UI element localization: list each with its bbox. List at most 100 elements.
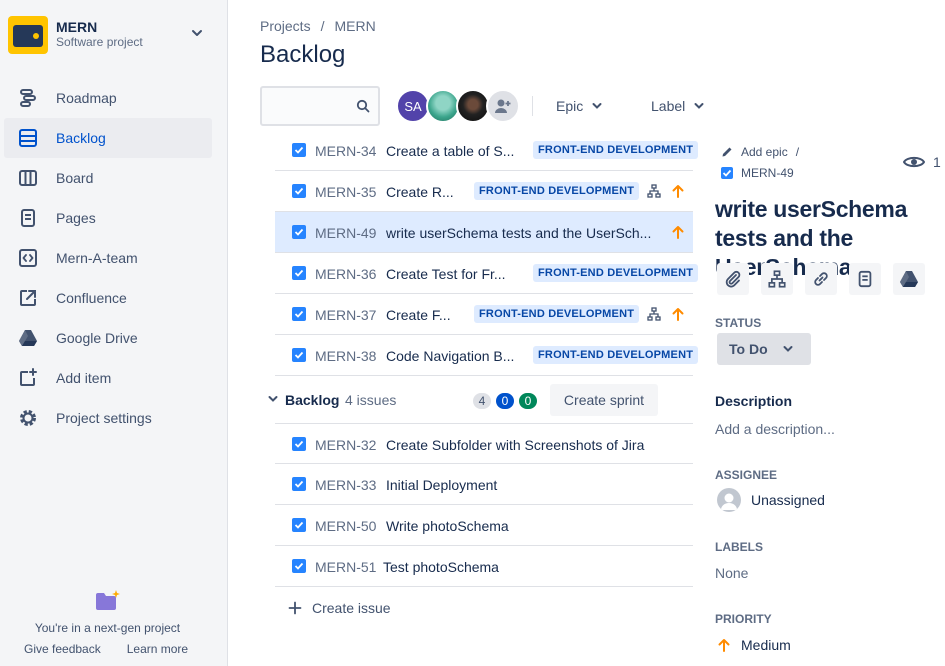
chevron-down-icon[interactable] bbox=[268, 394, 278, 404]
issue-key[interactable]: MERN-51 bbox=[315, 559, 376, 575]
sidebar-item-pages[interactable]: Pages bbox=[4, 198, 212, 238]
issue-summary: Code Navigation B... bbox=[386, 348, 515, 364]
story-type-icon bbox=[292, 437, 306, 451]
backlog-title[interactable]: Backlog bbox=[285, 392, 339, 408]
pencil-icon bbox=[722, 147, 732, 157]
issue-detail-panel: Add epic / MERN-49 1 write userSchema te… bbox=[715, 140, 945, 666]
priority-up-arrow-icon bbox=[718, 639, 730, 652]
issue-row[interactable]: MERN-34 Create a table of S... FRONT-END… bbox=[275, 130, 699, 171]
avatar[interactable] bbox=[426, 89, 460, 123]
story-type-icon bbox=[292, 225, 306, 239]
link-issue-button[interactable] bbox=[805, 263, 837, 295]
issue-key[interactable]: MERN-50 bbox=[315, 518, 376, 534]
watch-button[interactable]: 1 bbox=[903, 154, 941, 170]
issue-row[interactable]: MERN-36 Create Test for Fr... FRONT-END … bbox=[275, 253, 699, 294]
epic-lozenge[interactable]: FRONT-END DEVELOPMENT bbox=[533, 141, 699, 159]
issue-key[interactable]: MERN-38 bbox=[315, 348, 376, 364]
issue-key[interactable]: MERN-37 bbox=[315, 307, 376, 323]
assignee-value: Unassigned bbox=[751, 492, 825, 508]
chevron-down-icon[interactable] bbox=[190, 26, 204, 40]
sidebar-item-label: Pages bbox=[56, 210, 96, 226]
assignee-field[interactable]: Unassigned bbox=[717, 488, 825, 512]
backlog-issue-list: MERN-32 Create Subfolder with Screenshot… bbox=[275, 423, 693, 587]
issue-key-link[interactable]: MERN-49 bbox=[741, 166, 794, 180]
learn-more-link[interactable]: Learn more bbox=[127, 642, 188, 656]
add-people-button[interactable] bbox=[486, 89, 520, 123]
issue-key[interactable]: MERN-36 bbox=[315, 266, 376, 282]
sidebar-item-google-drive[interactable]: Google Drive bbox=[4, 318, 212, 358]
project-avatar-icon bbox=[8, 16, 48, 54]
project-switcher[interactable]: MERN Software project bbox=[8, 16, 218, 56]
story-type-icon bbox=[292, 559, 306, 573]
issue-key[interactable]: MERN-35 bbox=[315, 184, 376, 200]
sidebar-item-confluence[interactable]: Confluence bbox=[4, 278, 212, 318]
create-issue-button[interactable]: Create issue bbox=[288, 600, 391, 616]
status-dropdown[interactable]: To Do bbox=[717, 333, 811, 365]
subtasks-icon bbox=[647, 184, 661, 198]
sidebar-item-label: Add item bbox=[56, 370, 112, 386]
story-type-icon bbox=[292, 477, 306, 491]
priority-value: Medium bbox=[741, 637, 791, 653]
assignee-label: ASSIGNEE bbox=[715, 468, 778, 482]
epic-lozenge[interactable]: FRONT-END DEVELOPMENT bbox=[474, 305, 640, 323]
in-progress-count-badge: 0 bbox=[496, 393, 514, 409]
google-drive-icon bbox=[900, 271, 918, 287]
issue-row[interactable]: MERN-51 Test photoSchema bbox=[275, 546, 693, 587]
avatar[interactable]: SA bbox=[396, 89, 430, 123]
issue-key[interactable]: MERN-34 bbox=[315, 143, 376, 159]
add-epic-link[interactable]: Add epic bbox=[741, 145, 788, 159]
google-drive-icon bbox=[16, 328, 40, 348]
description-input[interactable]: Add a description... bbox=[715, 421, 835, 437]
pages-button[interactable] bbox=[849, 263, 881, 295]
issue-row[interactable]: MERN-50 Write photoSchema bbox=[275, 505, 693, 546]
epic-filter[interactable]: Epic bbox=[556, 98, 603, 114]
sidebar-item-add-item[interactable]: Add item bbox=[4, 358, 212, 398]
give-feedback-link[interactable]: Give feedback bbox=[24, 642, 101, 656]
priority-up-arrow-icon bbox=[672, 226, 684, 239]
issue-row[interactable]: MERN-38 Code Navigation B... FRONT-END D… bbox=[275, 335, 699, 376]
issue-summary: Create Subfolder with Screenshots of Jir… bbox=[386, 437, 645, 453]
status-value: To Do bbox=[729, 341, 768, 357]
issue-row[interactable]: MERN-49 write userSchema tests and the U… bbox=[275, 212, 693, 253]
issue-toolbar bbox=[717, 263, 925, 295]
breadcrumb-projects[interactable]: Projects bbox=[260, 18, 311, 34]
backlog-issue-count: 4 issues bbox=[345, 392, 397, 408]
pages-icon bbox=[16, 208, 40, 228]
sidebar-item-backlog[interactable]: Backlog bbox=[4, 118, 212, 158]
issue-row[interactable]: MERN-37 Create F... FRONT-END DEVELOPMEN… bbox=[275, 294, 693, 335]
issue-summary: Initial Deployment bbox=[386, 477, 498, 493]
issue-key[interactable]: MERN-33 bbox=[315, 477, 376, 493]
epic-lozenge[interactable]: FRONT-END DEVELOPMENT bbox=[533, 346, 699, 364]
epic-lozenge[interactable]: FRONT-END DEVELOPMENT bbox=[533, 264, 699, 282]
priority-up-arrow-icon bbox=[672, 308, 684, 321]
sprint-issue-list: MERN-34 Create a table of S... FRONT-END… bbox=[275, 130, 699, 376]
story-type-icon bbox=[292, 184, 306, 198]
sidebar-item-board[interactable]: Board bbox=[4, 158, 212, 198]
sidebar-item-mern-a-team[interactable]: Mern-A-team bbox=[4, 238, 212, 278]
attach-button[interactable] bbox=[717, 263, 749, 295]
epic-lozenge[interactable]: FRONT-END DEVELOPMENT bbox=[474, 182, 640, 200]
issue-row[interactable]: MERN-32 Create Subfolder with Screenshot… bbox=[275, 423, 693, 464]
priority-field[interactable]: Medium bbox=[717, 637, 791, 653]
labels-value[interactable]: None bbox=[715, 565, 748, 581]
issue-row[interactable]: MERN-35 Create R... FRONT-END DEVELOPMEN… bbox=[275, 171, 693, 212]
google-drive-button[interactable] bbox=[893, 263, 925, 295]
avatar[interactable] bbox=[456, 89, 490, 123]
plus-icon bbox=[288, 601, 302, 615]
search-input[interactable] bbox=[260, 86, 380, 126]
sidebar-item-project-settings[interactable]: Project settings bbox=[4, 398, 212, 438]
sidebar-item-roadmap[interactable]: Roadmap bbox=[4, 78, 212, 118]
add-child-issue-button[interactable] bbox=[761, 263, 793, 295]
breadcrumb-project[interactable]: MERN bbox=[334, 18, 375, 34]
next-gen-project-notice: You're in a next-gen project bbox=[34, 621, 181, 635]
label-filter[interactable]: Label bbox=[651, 98, 705, 114]
sidebar-item-label: Project settings bbox=[56, 410, 152, 426]
issue-key[interactable]: MERN-32 bbox=[315, 437, 376, 453]
issue-row[interactable]: MERN-33 Initial Deployment bbox=[275, 464, 693, 505]
create-sprint-button[interactable]: Create sprint bbox=[550, 384, 658, 416]
issue-key[interactable]: MERN-49 bbox=[315, 225, 376, 241]
sidebar-item-label: Mern-A-team bbox=[56, 250, 138, 266]
search-icon bbox=[356, 99, 370, 113]
sidebar-item-label: Backlog bbox=[56, 130, 106, 146]
chevron-down-icon bbox=[783, 346, 793, 352]
